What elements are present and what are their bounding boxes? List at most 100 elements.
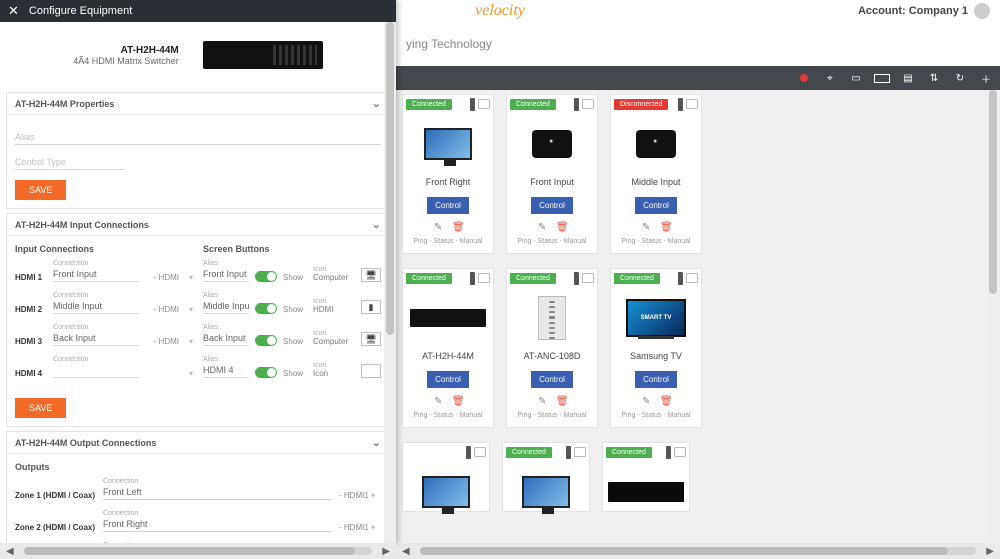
edit-icon[interactable]: ✎ xyxy=(538,222,548,232)
add-icon[interactable]: ＋ xyxy=(978,71,994,85)
main-horizontal-scrollbar[interactable]: ◀ ▶ xyxy=(396,543,1000,559)
device-card[interactable] xyxy=(402,442,490,512)
chart-icon[interactable]: ⇅ xyxy=(926,71,942,85)
device-name-label: Front Right xyxy=(403,177,493,187)
apple-tv-icon xyxy=(532,130,572,158)
chevron-down-icon[interactable]: ⌄ xyxy=(372,436,381,449)
screen-button-alias-input[interactable] xyxy=(203,363,249,378)
scroll-left-icon[interactable]: ◀ xyxy=(0,546,20,557)
edit-icon[interactable]: ✎ xyxy=(434,396,444,406)
edit-icon[interactable]: ✎ xyxy=(538,396,548,406)
output-port-select[interactable]: - HDMI1 ▾ xyxy=(339,491,381,500)
input-connection-row: HDMI 4Connection▾ xyxy=(15,356,193,378)
screen-button-alias-input[interactable] xyxy=(203,299,249,314)
delete-icon[interactable]: 🗑 xyxy=(452,222,462,232)
connection-input[interactable] xyxy=(53,267,139,282)
battery-icon[interactable] xyxy=(874,74,890,83)
monitor-icon xyxy=(422,476,470,508)
output-connection-input[interactable] xyxy=(103,485,331,500)
ping-status-manual-label: Ping - Status - Manual xyxy=(611,412,701,419)
device-name-label: Samsung TV xyxy=(611,351,701,361)
chevron-down-icon[interactable]: ▾ xyxy=(185,369,193,378)
show-toggle[interactable] xyxy=(255,271,277,282)
device-card[interactable]: ConnectedFront RightControl✎🗑Ping - Stat… xyxy=(402,94,494,254)
alias-input[interactable] xyxy=(15,130,381,145)
account-label: Account: Company 1 xyxy=(858,5,968,17)
control-button[interactable]: Control xyxy=(531,371,573,388)
zone-label: Zone 1 (HDMI / Coax) xyxy=(15,491,95,500)
grid-icon[interactable]: ▤ xyxy=(900,71,916,85)
delete-icon[interactable]: 🗑 xyxy=(452,396,462,406)
toolbar-dark: ⌖ ▭ ▤ ⇅ ↻ ＋ xyxy=(396,66,1000,90)
toggle-label: Show xyxy=(283,337,307,346)
device-card[interactable]: ConnectedFront InputControl✎🗑Ping - Stat… xyxy=(506,94,598,254)
device-name-label: Front Input xyxy=(507,177,597,187)
screen-button-alias-input[interactable] xyxy=(203,267,249,282)
device-card[interactable]: Connected xyxy=(602,442,690,512)
device-card[interactable]: ConnectedAT-ANC-108DControl✎🗑Ping - Stat… xyxy=(506,268,598,428)
close-icon[interactable]: ✕ xyxy=(8,3,19,19)
screen-icon[interactable]: ▭ xyxy=(848,71,864,85)
connection-input[interactable] xyxy=(53,363,139,378)
delete-icon[interactable]: 🗑 xyxy=(556,396,566,406)
control-button[interactable]: Control xyxy=(635,371,677,388)
scroll-right-icon[interactable]: ▶ xyxy=(376,546,396,557)
side-vertical-scrollbar[interactable] xyxy=(384,22,396,543)
icon-select[interactable]: Computer xyxy=(313,337,355,346)
chevron-down-icon[interactable]: ▾ xyxy=(185,273,193,282)
device-card[interactable]: ConnectedSMART TVSamsung TVControl✎🗑Ping… xyxy=(610,268,702,428)
control-button[interactable]: Control xyxy=(427,197,469,214)
show-toggle[interactable] xyxy=(255,367,277,378)
edit-icon[interactable]: ✎ xyxy=(642,222,652,232)
control-button[interactable]: Control xyxy=(531,197,573,214)
output-connection-input[interactable] xyxy=(103,517,331,532)
configure-panel-scroll[interactable]: AT-H2H-44M Properties ⌄ Alias SAVE AT-H2… xyxy=(0,88,396,543)
remote-icon xyxy=(574,272,579,285)
scroll-left-icon[interactable]: ◀ xyxy=(396,546,416,557)
device-card[interactable]: DisconnectedMiddle InputControl✎🗑Ping - … xyxy=(610,94,702,254)
field-label: Alias xyxy=(203,356,249,363)
status-badge: Connected xyxy=(510,273,556,284)
chevron-down-icon[interactable]: ▾ xyxy=(185,305,193,314)
delete-icon[interactable]: 🗑 xyxy=(660,222,670,232)
scroll-right-icon[interactable]: ▶ xyxy=(980,546,1000,557)
show-toggle[interactable] xyxy=(255,335,277,346)
remote-icon xyxy=(574,98,579,111)
device-card[interactable]: ConnectedAT-H2H-44MControl✎🗑Ping - Statu… xyxy=(402,268,494,428)
delete-icon[interactable]: 🗑 xyxy=(556,222,566,232)
edit-icon[interactable]: ✎ xyxy=(642,396,652,406)
matrix-switcher-icon xyxy=(410,309,486,327)
device-grid[interactable]: Connected Front Right Control ✎ 🗑 Ping - Stat… xyxy=(396,90,1000,543)
output-port-select[interactable]: - HDMI1 ▾ xyxy=(339,523,381,532)
status-badge: Connected xyxy=(506,447,552,458)
display-icon xyxy=(574,447,586,457)
refresh-icon[interactable]: ↻ xyxy=(952,71,968,85)
side-horizontal-scrollbar[interactable]: ◀ ▶ xyxy=(0,543,396,559)
avatar[interactable] xyxy=(974,3,990,19)
control-type-select[interactable] xyxy=(15,155,125,170)
control-button[interactable]: Control xyxy=(635,197,677,214)
chevron-down-icon[interactable]: ⌄ xyxy=(372,97,381,110)
control-button[interactable]: Control xyxy=(427,371,469,388)
edit-icon[interactable]: ✎ xyxy=(434,222,444,232)
device-desc: 4Ã4 HDMI Matrix Switcher xyxy=(73,56,179,66)
icon-select[interactable]: Icon xyxy=(313,369,355,378)
status-badge: Connected xyxy=(510,99,556,110)
screen-button-alias-input[interactable] xyxy=(203,331,249,346)
show-toggle[interactable] xyxy=(255,303,277,314)
main-vertical-scrollbar[interactable] xyxy=(986,90,1000,543)
display-icon xyxy=(478,99,490,109)
connection-input[interactable] xyxy=(53,299,139,314)
connection-input[interactable] xyxy=(53,331,139,346)
icon-select[interactable]: Computer xyxy=(313,273,355,282)
icon-select[interactable]: HDMI xyxy=(313,305,355,314)
mouse-icon[interactable]: ⌖ xyxy=(822,71,838,85)
chevron-down-icon[interactable]: ▾ xyxy=(185,337,193,346)
save-inputs-button[interactable]: SAVE xyxy=(15,398,66,418)
chevron-down-icon[interactable]: ⌄ xyxy=(372,218,381,231)
save-properties-button[interactable]: SAVE xyxy=(15,180,66,200)
device-card[interactable]: Connected xyxy=(502,442,590,512)
record-icon[interactable] xyxy=(796,71,812,85)
account-area[interactable]: Account: Company 1 xyxy=(858,3,990,19)
delete-icon[interactable]: 🗑 xyxy=(660,396,670,406)
